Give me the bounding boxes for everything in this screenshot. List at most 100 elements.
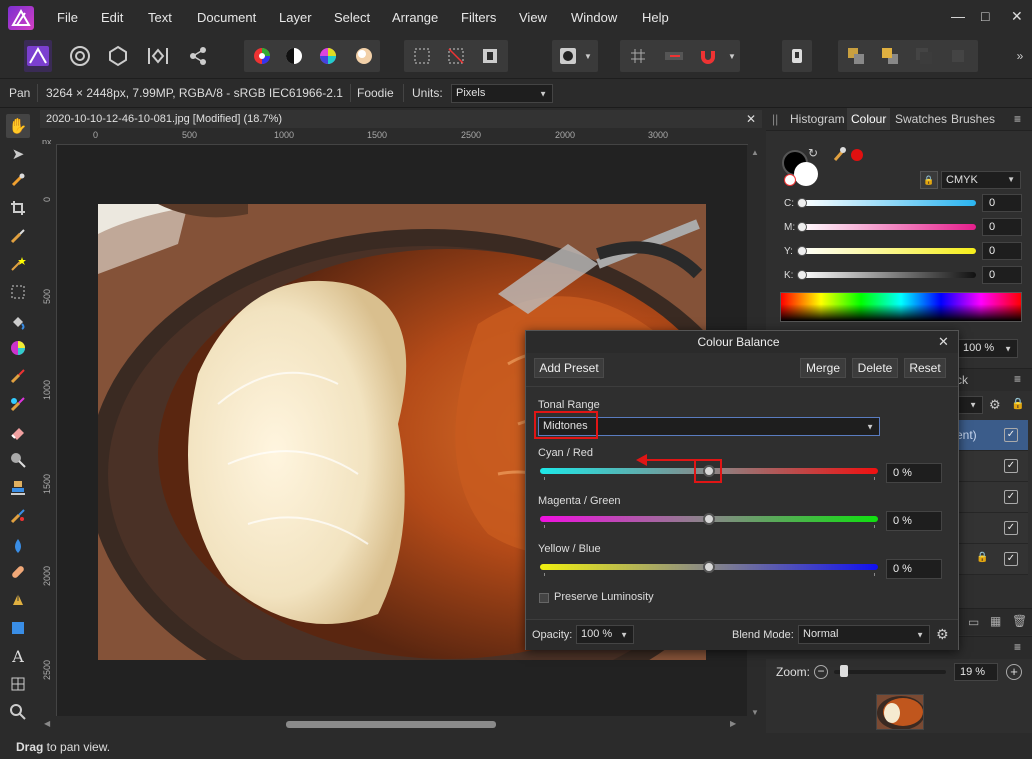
document-tab[interactable]: 2020-10-10-12-46-10-081.jpg [Modified] (…: [40, 110, 762, 129]
menu-edit[interactable]: Edit: [101, 10, 123, 25]
swap-colours-icon[interactable]: ↻: [808, 146, 818, 160]
force-pixel-alignment-icon[interactable]: [660, 40, 688, 72]
quick-mask-dropdown-icon[interactable]: ▼: [580, 40, 596, 72]
colour-wheel-icon[interactable]: [314, 40, 342, 72]
eyedropper-icon[interactable]: [833, 146, 847, 165]
no-colour-icon[interactable]: [784, 174, 796, 186]
magenta-green-value-field[interactable]: 0 %: [886, 511, 942, 531]
menu-layer[interactable]: Layer: [279, 10, 312, 25]
text-tool-icon[interactable]: A: [8, 646, 28, 666]
menu-text[interactable]: Text: [148, 10, 172, 25]
zoom-slider-knob[interactable]: [839, 665, 848, 677]
dialog-close-button[interactable]: ✕: [938, 334, 949, 350]
magenta-green-slider-knob[interactable]: [703, 513, 715, 525]
yellow-blue-slider-knob[interactable]: [703, 561, 715, 573]
mesh-warp-tool-icon[interactable]: [8, 674, 28, 694]
dialog-titlebar[interactable]: Colour Balance ✕: [526, 331, 958, 353]
arrange-front-icon[interactable]: [910, 40, 938, 72]
erase-brush-tool-icon[interactable]: [8, 422, 28, 442]
magenta-value-field[interactable]: 0: [982, 218, 1022, 236]
snapping-magnet-icon[interactable]: [694, 40, 722, 72]
zoom-slider-track[interactable]: [834, 670, 946, 674]
picked-colour-swatch[interactable]: [851, 149, 863, 161]
flood-fill-tool-icon[interactable]: [8, 312, 28, 332]
menu-document[interactable]: Document: [197, 10, 256, 25]
pen-tool-icon[interactable]: [8, 590, 28, 610]
blur-brush-tool-icon[interactable]: [8, 536, 28, 556]
tab-colour[interactable]: Colour: [847, 108, 891, 130]
close-window-button[interactable]: ✕: [1011, 8, 1023, 25]
reset-button[interactable]: Reset: [904, 358, 946, 378]
toolbar-overflow-icon[interactable]: »: [1010, 40, 1030, 72]
lock-icon[interactable]: 🔒: [920, 171, 938, 189]
liquify-persona-icon[interactable]: [66, 40, 94, 72]
deselect-icon[interactable]: [442, 40, 470, 72]
blend-mode-select[interactable]: Normal ▼: [798, 625, 930, 644]
patch-tool-icon[interactable]: [8, 562, 28, 582]
colour-picker-tool-icon[interactable]: [8, 170, 28, 190]
assistant-icon[interactable]: [783, 40, 811, 72]
tab-brushes[interactable]: Brushes: [951, 112, 995, 126]
export-persona-icon[interactable]: [184, 40, 212, 72]
arrange-top-icon[interactable]: [944, 40, 972, 72]
arrange-back-icon[interactable]: [842, 40, 870, 72]
zoom-out-button[interactable]: −: [814, 665, 828, 679]
scroll-right-icon[interactable]: ▶: [730, 719, 736, 728]
horizontal-scroll-thumb[interactable]: [286, 721, 496, 728]
mixer-brush-tool-icon[interactable]: [8, 394, 28, 414]
horizontal-scrollbar[interactable]: ◀ ▶: [40, 716, 748, 732]
levels-icon[interactable]: [248, 40, 276, 72]
develop-persona-icon[interactable]: [104, 40, 132, 72]
add-preset-button[interactable]: Add Preset: [534, 358, 604, 378]
menu-filters[interactable]: Filters: [461, 10, 496, 25]
close-document-button[interactable]: ✕: [746, 112, 756, 126]
white-balance-icon[interactable]: [350, 40, 378, 72]
grid-icon[interactable]: [624, 40, 652, 72]
paint-brush-tool-icon[interactable]: [8, 366, 28, 386]
maximize-button[interactable]: □: [981, 8, 989, 24]
tab-swatches[interactable]: Swatches: [895, 112, 947, 126]
menu-window[interactable]: Window: [571, 10, 617, 25]
zoom-in-button[interactable]: +: [1006, 664, 1022, 680]
layer-lock-icon[interactable]: 🔒: [1011, 397, 1025, 410]
rectangle-tool-icon[interactable]: [8, 618, 28, 638]
magenta-slider-track[interactable]: [800, 224, 976, 230]
panel-menu-icon[interactable]: ≡: [1014, 112, 1021, 126]
healing-brush-tool-icon[interactable]: [8, 506, 28, 526]
black-slider-track[interactable]: [800, 272, 976, 278]
layer-visibility-checkbox[interactable]: ✓: [1004, 521, 1018, 535]
yellow-blue-value-field[interactable]: 0 %: [886, 559, 942, 579]
marquee-select-icon[interactable]: [408, 40, 436, 72]
layer-visibility-checkbox[interactable]: ✓: [1004, 552, 1018, 566]
layer-blend-select[interactable]: ▼: [955, 396, 983, 414]
move-tool-icon[interactable]: ➤: [8, 144, 28, 164]
layers-menu-icon[interactable]: ≡: [1014, 372, 1021, 386]
opacity-select-right[interactable]: 100 % ▼: [958, 339, 1018, 358]
cyan-value-field[interactable]: 0: [982, 194, 1022, 212]
cyan-red-value-field[interactable]: 0 %: [886, 463, 942, 483]
black-value-field[interactable]: 0: [982, 266, 1022, 284]
zoom-tool-icon[interactable]: [8, 702, 28, 722]
secondary-colour-swatch[interactable]: [794, 162, 818, 186]
delete-button[interactable]: Delete: [852, 358, 898, 378]
menu-file[interactable]: File: [57, 10, 78, 25]
arrange-forward-icon[interactable]: [876, 40, 904, 72]
yellow-slider-track[interactable]: [800, 248, 976, 254]
colour-model-select[interactable]: CMYK ▼: [941, 171, 1021, 189]
magenta-slider-knob[interactable]: [797, 222, 807, 232]
quick-mask-icon[interactable]: [554, 40, 582, 72]
marquee-tool-icon[interactable]: [8, 282, 28, 302]
black-white-icon[interactable]: [280, 40, 308, 72]
tone-mapping-persona-icon[interactable]: [144, 40, 172, 72]
colour-replacement-tool-icon[interactable]: [8, 338, 28, 358]
layer-visibility-checkbox[interactable]: ✓: [1004, 490, 1018, 504]
tab-histogram[interactable]: Histogram: [790, 112, 845, 126]
black-slider-knob[interactable]: [797, 270, 807, 280]
view-tool-hand-icon[interactable]: ✋: [6, 114, 30, 138]
preserve-luminosity-checkbox[interactable]: [539, 593, 549, 603]
flood-select-tool-icon[interactable]: [8, 254, 28, 274]
new-pixel-layer-icon[interactable]: ▦: [990, 614, 1001, 628]
scroll-up-icon[interactable]: ▲: [751, 148, 759, 157]
layer-visibility-checkbox[interactable]: ✓: [1004, 428, 1018, 442]
menu-help[interactable]: Help: [642, 10, 669, 25]
